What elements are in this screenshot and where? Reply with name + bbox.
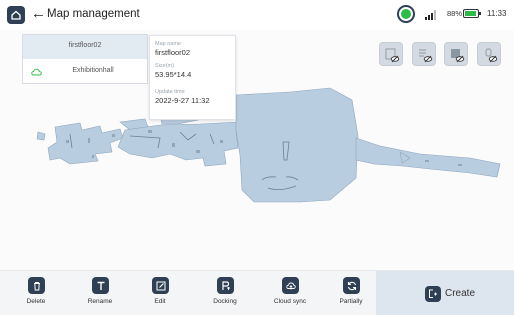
update-time-label: Update time xyxy=(155,89,185,95)
edit-button[interactable]: Edit xyxy=(140,277,180,313)
visibility-toggle-icon xyxy=(485,48,498,63)
rename-label: Rename xyxy=(87,298,113,305)
map-tool-button[interactable] xyxy=(477,42,501,66)
map-list-item[interactable]: firstfloor02 xyxy=(23,35,147,59)
delete-button[interactable]: Delete xyxy=(16,277,56,313)
delete-label: Delete xyxy=(26,298,46,305)
map-canvas[interactable]: firstfloor02 Exhibitionhall Map name fir… xyxy=(0,30,514,270)
clock: 11:33 xyxy=(487,9,507,18)
edit-label: Edit xyxy=(154,298,166,305)
create-button[interactable]: Create xyxy=(376,271,514,315)
page-title: Map management xyxy=(47,8,140,20)
back-button[interactable]: ← xyxy=(31,5,46,23)
visibility-toggle-icon xyxy=(419,49,433,63)
trash-icon xyxy=(33,281,40,290)
docking-button[interactable]: Docking xyxy=(205,277,245,313)
battery-icon xyxy=(463,9,481,18)
cloud-sync-icon xyxy=(285,282,296,289)
docking-label: Docking xyxy=(213,298,237,305)
map-tool-button[interactable] xyxy=(444,42,468,66)
map-list: firstfloor02 Exhibitionhall xyxy=(22,34,148,84)
cloud-sync-label: Cloud sync xyxy=(273,298,307,305)
map-name-label: Map name xyxy=(155,41,181,47)
map-item-label: firstfloor02 xyxy=(68,42,102,49)
visibility-toggle-icon xyxy=(385,48,400,63)
map-tool-button[interactable] xyxy=(412,42,436,66)
update-time-value: 2022-9-27 11:32 xyxy=(155,96,210,105)
partially-label: Partially xyxy=(339,298,363,305)
refresh-icon xyxy=(347,281,356,290)
map-tool-button[interactable] xyxy=(379,42,403,66)
map-list-item[interactable]: Exhibitionhall xyxy=(23,60,147,84)
home-icon xyxy=(11,10,21,20)
signal-icon xyxy=(425,10,439,20)
home-button[interactable] xyxy=(7,6,25,24)
robot-status-icon[interactable] xyxy=(397,5,415,23)
docking-icon xyxy=(221,280,230,290)
edit-icon xyxy=(156,281,165,290)
partially-button[interactable]: Partially xyxy=(331,277,371,313)
header-bar: ← Map management 88% 11:33 xyxy=(0,0,514,30)
map-size-label: Size(m) xyxy=(155,63,174,69)
map-item-label: Exhibitionhall xyxy=(72,67,114,74)
cloud-sync-button[interactable]: Cloud sync xyxy=(270,277,310,313)
create-icon xyxy=(429,289,437,298)
visibility-toggle-icon xyxy=(451,49,465,63)
battery-percent: 88% xyxy=(447,9,463,18)
map-size-value: 53.95*14.4 xyxy=(155,70,192,79)
map-name-value: firstfloor02 xyxy=(155,48,191,57)
map-info-card: Map name firstfloor02 Size(m) 53.95*14.4… xyxy=(149,35,236,120)
rename-button[interactable]: Rename xyxy=(80,277,120,313)
text-icon xyxy=(97,281,104,290)
create-label: Create xyxy=(445,288,476,299)
